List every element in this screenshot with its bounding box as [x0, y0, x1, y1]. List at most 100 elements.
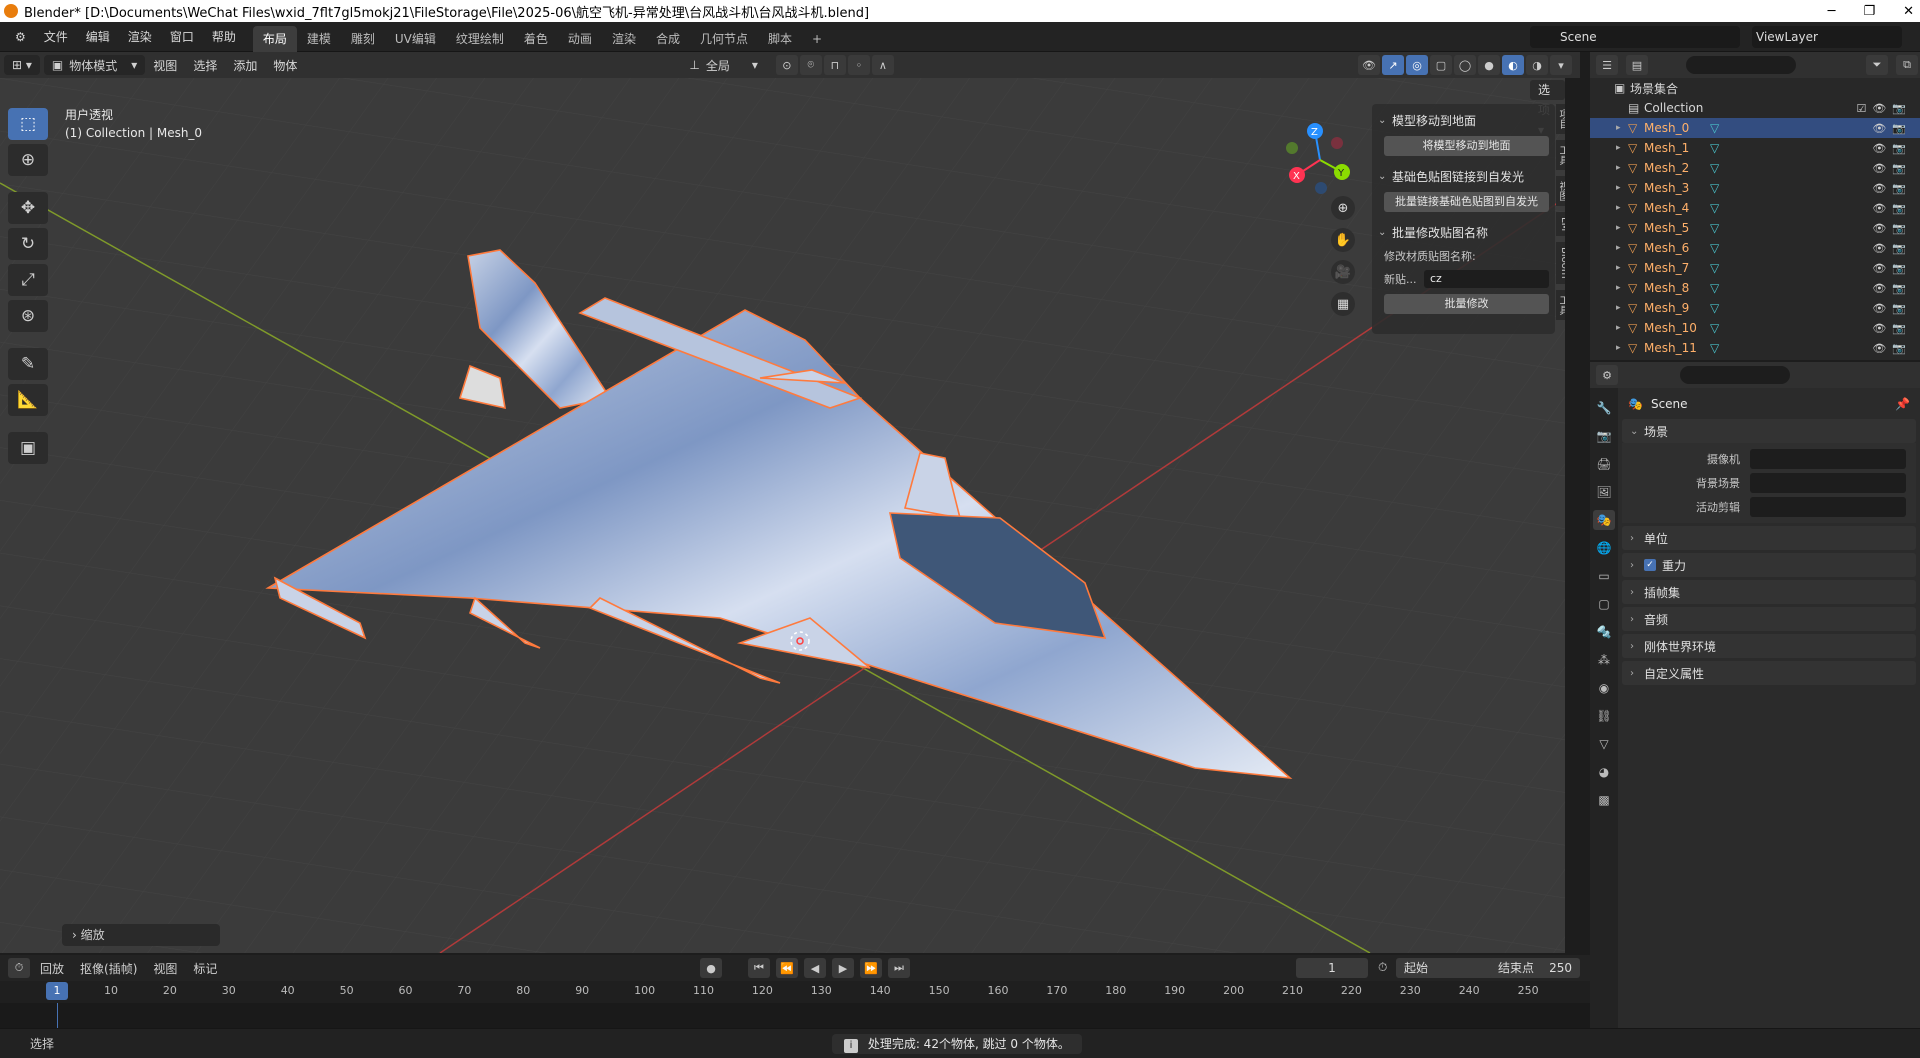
jump-end-icon[interactable]: ⏭: [888, 958, 910, 978]
visibility-toggles[interactable]: 👁📷: [1872, 282, 1912, 295]
playhead[interactable]: 1: [46, 982, 68, 1000]
mesh-data-icon[interactable]: ▽: [1710, 201, 1719, 215]
visibility-toggles[interactable]: 👁📷: [1872, 182, 1912, 195]
outliner-item[interactable]: ▸ ▽ Mesh_1 ▽ 👁📷: [1590, 138, 1920, 158]
texture-tab-icon[interactable]: ▩: [1593, 790, 1615, 810]
sidebar-tab-lm[interactable]: LM: [1556, 212, 1565, 237]
tab-shading[interactable]: 着色: [514, 26, 558, 52]
select-box-tool-icon[interactable]: ⬚: [8, 108, 48, 140]
outliner-item[interactable]: ▸ ▽ Mesh_3 ▽ 👁📷: [1590, 178, 1920, 198]
timeline-track[interactable]: [0, 1003, 1590, 1028]
tab-animation[interactable]: 动画: [558, 26, 602, 52]
mode-dropdown[interactable]: ▣ 物体模式 ▾: [43, 55, 146, 75]
tool-tab-icon[interactable]: 🔧: [1593, 398, 1615, 418]
new-collection-icon[interactable]: ⧉: [1896, 55, 1918, 75]
world-tab-icon[interactable]: 🌐: [1593, 538, 1615, 558]
prev-keyframe-icon[interactable]: ⏪: [776, 958, 798, 978]
scene-collection-row[interactable]: ▣ 场景集合: [1590, 78, 1920, 98]
material-shading-icon[interactable]: ◐: [1502, 55, 1524, 75]
active-clip-field[interactable]: [1750, 497, 1906, 517]
section-rigid-body-world[interactable]: › 刚体世界环境: [1622, 634, 1916, 658]
neg-x-axis-icon[interactable]: [1331, 137, 1343, 149]
expand-arrow-icon[interactable]: ▸: [1616, 283, 1628, 293]
expand-arrow-icon[interactable]: ▸: [1616, 263, 1628, 273]
snap-target-icon[interactable]: ⊓: [823, 55, 846, 75]
mesh-data-icon[interactable]: ▽: [1710, 141, 1719, 155]
outliner-item[interactable]: ▸ ▽ Mesh_6 ▽ 👁📷: [1590, 238, 1920, 258]
tab-sculpting[interactable]: 雕刻: [341, 26, 385, 52]
outliner-item[interactable]: ▸ ▽ Mesh_5 ▽ 👁📷: [1590, 218, 1920, 238]
end-frame-field[interactable]: 结束点 250: [1490, 958, 1580, 978]
play-reverse-icon[interactable]: ◀: [804, 958, 826, 978]
outliner-item[interactable]: ▸ ▽ Mesh_10 ▽ 👁📷: [1590, 318, 1920, 338]
mesh-data-icon[interactable]: ▽: [1710, 221, 1719, 235]
mesh-data-icon[interactable]: ▽: [1710, 181, 1719, 195]
outliner-item[interactable]: ▸ ▽ Mesh_11 ▽ 👁📷: [1590, 338, 1920, 358]
falloff-icon[interactable]: ∧: [871, 55, 894, 75]
rendered-shading-icon[interactable]: ◑: [1526, 55, 1548, 75]
section-gravity[interactable]: › ✓ 重力: [1622, 553, 1916, 577]
section-custom-properties[interactable]: › 自定义属性: [1622, 661, 1916, 685]
constraints-tab-icon[interactable]: ⛓: [1593, 706, 1615, 726]
menu-playback[interactable]: 回放: [32, 960, 72, 977]
zoom-icon[interactable]: ⊕: [1331, 196, 1355, 220]
menu-timeline-view[interactable]: 视图: [145, 960, 185, 977]
material-tab-icon[interactable]: ◕: [1593, 762, 1615, 782]
maximize-icon[interactable]: ❐: [1863, 4, 1875, 19]
visibility-toggles[interactable]: 👁📷: [1872, 142, 1912, 155]
outliner-editor-icon[interactable]: ☰: [1596, 55, 1618, 75]
outliner-item[interactable]: ▸ ▽ Mesh_4 ▽ 👁📷: [1590, 198, 1920, 218]
transform-tool-icon[interactable]: ⊛: [8, 300, 48, 332]
visibility-toggles[interactable]: 👁📷: [1872, 202, 1912, 215]
menu-select[interactable]: 选择: [185, 57, 225, 74]
tab-scripting[interactable]: 脚本: [758, 26, 802, 52]
section-audio[interactable]: › 音频: [1622, 607, 1916, 631]
sidebar-tab-view[interactable]: 视图: [1556, 176, 1565, 206]
tab-rendering[interactable]: 渲染: [602, 26, 646, 52]
timeline-ruler[interactable]: 1 10 20 30 40 50 60 70 80 90 100 110 120 130 140 150 16…: [0, 981, 1590, 1003]
collection-tab-icon[interactable]: ▭: [1593, 566, 1615, 586]
section-units[interactable]: › 单位: [1622, 526, 1916, 550]
batch-rename-button[interactable]: 批量修改: [1384, 294, 1549, 314]
display-mode-icon[interactable]: ▤: [1626, 55, 1648, 75]
overlay-icon[interactable]: ◎: [1406, 55, 1428, 75]
mesh-data-icon[interactable]: ▽: [1710, 241, 1719, 255]
camera-view-icon[interactable]: 🎥: [1331, 260, 1355, 284]
modifier-tab-icon[interactable]: 🔩: [1593, 622, 1615, 642]
3d-viewport[interactable]: 用户透视 (1) Collection | Mesh_0 ⬚ ⊕ ✥ ↻ ⤢ ⊛…: [0, 78, 1565, 953]
mesh-data-icon[interactable]: ▽: [1710, 321, 1719, 335]
tab-uv-editing[interactable]: UV编辑: [385, 26, 446, 52]
pan-hand-icon[interactable]: ✋: [1331, 228, 1355, 252]
pivot-icon[interactable]: ⊙: [775, 55, 798, 75]
visibility-toggles[interactable]: 👁📷: [1872, 342, 1912, 355]
section-scene[interactable]: ⌄ 场景: [1622, 419, 1916, 443]
menu-view[interactable]: 视图: [145, 57, 185, 74]
expand-arrow-icon[interactable]: ▸: [1616, 223, 1628, 233]
properties-search-input[interactable]: [1680, 366, 1790, 384]
record-icon[interactable]: ●: [700, 958, 722, 978]
expand-arrow-icon[interactable]: ▸: [1616, 343, 1628, 353]
outliner-item[interactable]: ▸ ▽ Mesh_2 ▽ 👁📷: [1590, 158, 1920, 178]
move-to-ground-button[interactable]: 将模型移动到地面: [1384, 136, 1549, 156]
blender-menu-icon[interactable]: ⚙: [6, 22, 35, 52]
preview-range-icon[interactable]: ⏱: [1378, 960, 1387, 975]
view-layer-tab-icon[interactable]: 🖼: [1593, 482, 1615, 502]
outliner-search-input[interactable]: [1686, 56, 1796, 74]
menu-render[interactable]: 渲染: [119, 22, 161, 52]
sidebar-tab-item[interactable]: 项目: [1556, 104, 1565, 134]
next-keyframe-icon[interactable]: ⏩: [860, 958, 882, 978]
last-operator-panel[interactable]: › 缩放: [62, 924, 220, 946]
expand-arrow-icon[interactable]: ▸: [1616, 183, 1628, 193]
output-tab-icon[interactable]: 🖨: [1593, 454, 1615, 474]
particles-tab-icon[interactable]: ⁂: [1593, 650, 1615, 670]
neg-z-axis-icon[interactable]: [1315, 182, 1327, 194]
tab-texture-paint[interactable]: 纹理绘制: [446, 26, 514, 52]
close-icon[interactable]: ✕: [1903, 4, 1914, 19]
play-icon[interactable]: ▶: [832, 958, 854, 978]
properties-editor-icon[interactable]: ⚙: [1596, 365, 1618, 385]
visibility-toggles[interactable]: 👁📷: [1872, 222, 1912, 235]
new-name-input[interactable]: cz: [1424, 270, 1549, 288]
snap-icon[interactable]: ⌾: [799, 55, 822, 75]
collection-row[interactable]: ▤ Collection ☑👁📷: [1590, 98, 1920, 118]
outliner-item[interactable]: ▸ ▽ Mesh_0 ▽ 👁📷: [1590, 118, 1920, 138]
